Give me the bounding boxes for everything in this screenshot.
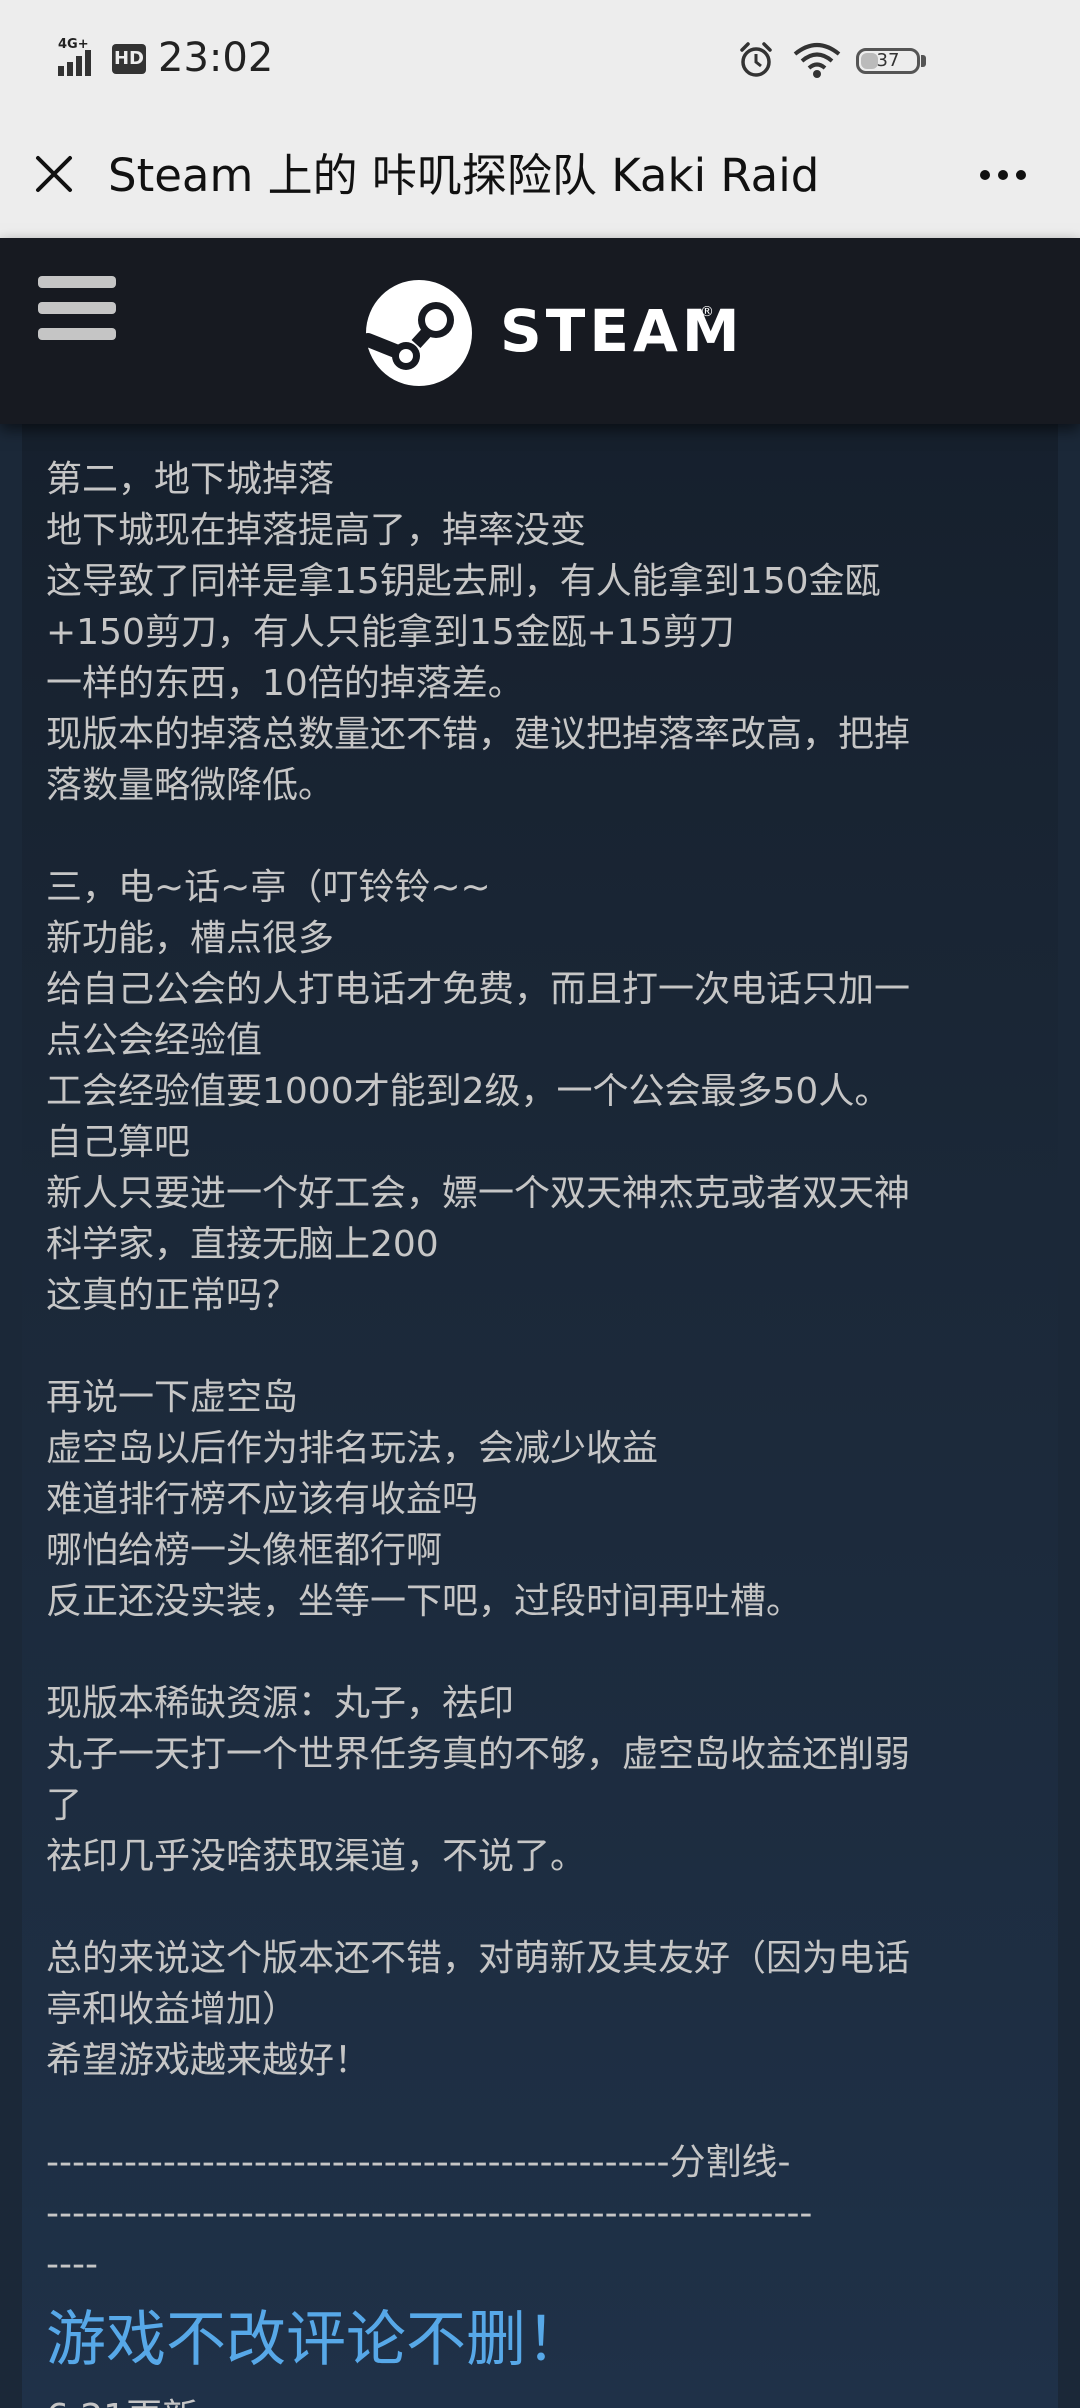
- review-line: +150剪刀，有人只能拿到15金瓯+15剪刀: [46, 612, 735, 653]
- review-line: 现版本稀缺资源：丸子，祛印: [46, 1683, 515, 1724]
- review-paragraph-summary: 总的来说这个版本还不错，对萌新及其友好（因为电话 亭和收益增加） 希望游戏越来越…: [46, 1933, 1036, 2086]
- review-line: 第二，地下城掉落: [46, 459, 335, 500]
- review-line: 新功能，槽点很多: [46, 918, 335, 959]
- review-line: 这导致了同样是拿15钥匙去刷，有人能拿到150金瓯: [46, 561, 881, 602]
- registered-mark: ®: [700, 304, 714, 320]
- review-line: 丸子一天打一个世界任务真的不够，虚空岛收益还削弱: [46, 1734, 911, 1775]
- update-row: 6.21更新: [46, 2382, 1036, 2408]
- wifi-icon: [793, 43, 841, 78]
- divider: ----------------------------------------…: [46, 2137, 1036, 2290]
- review-paragraph-dungeon: 第二，地下城掉落 地下城现在掉落提高了，掉率没变 这导致了同样是拿15钥匙去刷，…: [46, 454, 1036, 811]
- review-line: 希望游戏越来越好！: [46, 2040, 371, 2081]
- update-note: 6.21更新: [46, 2392, 198, 2408]
- browser-title-bar: Steam 上的 咔叽探险队 Kaki Raid: [0, 120, 1080, 238]
- review-line: 点公会经验值: [46, 1020, 263, 1061]
- steam-logo-icon: [364, 280, 472, 386]
- battery-icon: 37: [856, 48, 920, 74]
- review-panel: 第二，地下城掉落 地下城现在掉落提高了，掉率没变 这导致了同样是拿15钥匙去刷，…: [22, 424, 1058, 2408]
- hd-icon: HD: [112, 44, 146, 74]
- review-line: 再说一下虚空岛: [46, 1377, 299, 1418]
- steam-logo[interactable]: STEAM ®: [364, 278, 740, 388]
- menu-icon[interactable]: [38, 276, 116, 344]
- review-line: 这真的正常吗？: [46, 1275, 299, 1316]
- signal-icon: 4G+: [58, 37, 104, 76]
- page-title: Steam 上的 咔叽探险队 Kaki Raid: [108, 149, 820, 202]
- review-line: 祛印几乎没啥获取渠道，不说了。: [46, 1836, 587, 1877]
- review-headline: 游戏不改评论不删！: [46, 2305, 586, 2375]
- review-line: 地下城现在掉落提高了，掉率没变: [46, 510, 587, 551]
- review-line: 一样的东西，10倍的掉落差。: [46, 663, 524, 704]
- status-bar: 4G+ HD 23:02 37: [0, 0, 1080, 120]
- review-line: 难道排行榜不应该有收益吗: [46, 1479, 479, 1520]
- review-line: 新人只要进一个好工会，嫖一个双天神杰克或者双天神: [46, 1173, 911, 1214]
- divider-line: ----------------------------------------…: [46, 2142, 791, 2183]
- review-line: 现版本的掉落总数量还不错，建议把掉落率改高，把掉: [46, 714, 911, 755]
- clock: 23:02: [158, 35, 274, 81]
- review-line: 哪怕给榜一头像框都行啊: [46, 1530, 443, 1571]
- battery-level: 37: [876, 50, 900, 71]
- review-line: 科学家，直接无脑上200: [46, 1224, 439, 1265]
- close-icon[interactable]: [30, 150, 78, 198]
- review-line: 了: [46, 1785, 83, 1826]
- review-line: 亭和收益增加）: [46, 1989, 299, 2030]
- review-line: 总的来说这个版本还不错，对萌新及其友好（因为电话: [46, 1938, 911, 1979]
- review-paragraph-resources: 现版本稀缺资源：丸子，祛印 丸子一天打一个世界任务真的不够，虚空岛收益还削弱 了…: [46, 1678, 1036, 1882]
- review-line: 工会经验值要1000才能到2级，一个公会最多50人。: [46, 1071, 891, 1112]
- more-icon[interactable]: [974, 156, 1034, 196]
- review-paragraph-phone: 三，电~话~亭（叮铃铃~~ 新功能，槽点很多 给自己公会的人打电话才免费，而且打…: [46, 862, 1036, 1321]
- review-paragraph-void-island: 再说一下虚空岛 虚空岛以后作为排名玩法，会减少收益 难道排行榜不应该有收益吗 哪…: [46, 1372, 1036, 1627]
- divider-line: ----------------------------------------…: [46, 2193, 813, 2234]
- review-line: 反正还没实装，坐等一下吧，过段时间再吐槽。: [46, 1581, 803, 1622]
- review-line: 落数量略微降低。: [46, 765, 335, 806]
- steam-header: STEAM ®: [0, 238, 1080, 424]
- review-body: 第二，地下城掉落 地下城现在掉落提高了，掉率没变 这导致了同样是拿15钥匙去刷，…: [46, 454, 1036, 2408]
- divider-line: ----: [46, 2244, 98, 2285]
- review-line: 给自己公会的人打电话才免费，而且打一次电话只加一: [46, 969, 911, 1010]
- alarm-icon: [740, 42, 772, 77]
- review-line: 自己算吧: [46, 1122, 191, 1163]
- review-line: 虚空岛以后作为排名玩法，会减少收益: [46, 1428, 659, 1469]
- review-line: 三，电~话~亭（叮铃铃~~: [46, 867, 491, 908]
